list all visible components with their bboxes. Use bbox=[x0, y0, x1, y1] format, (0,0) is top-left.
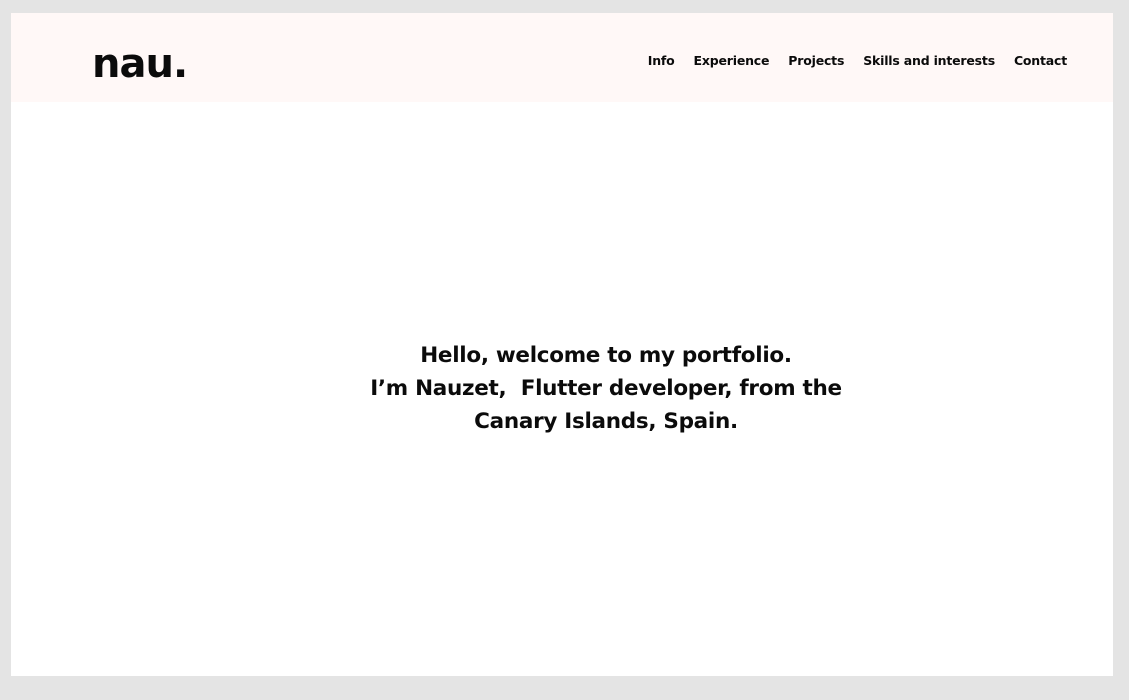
site-header: nau. Info Experience Projects Skills and… bbox=[11, 13, 1113, 102]
hero-line-name-role: I’m Nauzet, Flutter developer, from the bbox=[370, 376, 842, 401]
nav-item-info[interactable]: Info bbox=[648, 52, 675, 70]
hero-line-greeting: Hello, welcome to my portfolio. bbox=[420, 343, 792, 368]
nav-item-projects[interactable]: Projects bbox=[788, 52, 844, 70]
nav-item-experience[interactable]: Experience bbox=[694, 52, 770, 70]
hero-intro: Hello, welcome to my portfolio. I’m Nauz… bbox=[11, 339, 1113, 438]
page-frame: nau. Info Experience Projects Skills and… bbox=[11, 13, 1113, 676]
hero-line-location: Canary Islands, Spain. bbox=[474, 409, 738, 434]
nav-item-contact[interactable]: Contact bbox=[1014, 52, 1067, 70]
nav-item-skills-and-interests[interactable]: Skills and interests bbox=[863, 52, 995, 70]
site-logo[interactable]: nau. bbox=[92, 37, 188, 91]
main-nav: Info Experience Projects Skills and inte… bbox=[648, 52, 1067, 70]
